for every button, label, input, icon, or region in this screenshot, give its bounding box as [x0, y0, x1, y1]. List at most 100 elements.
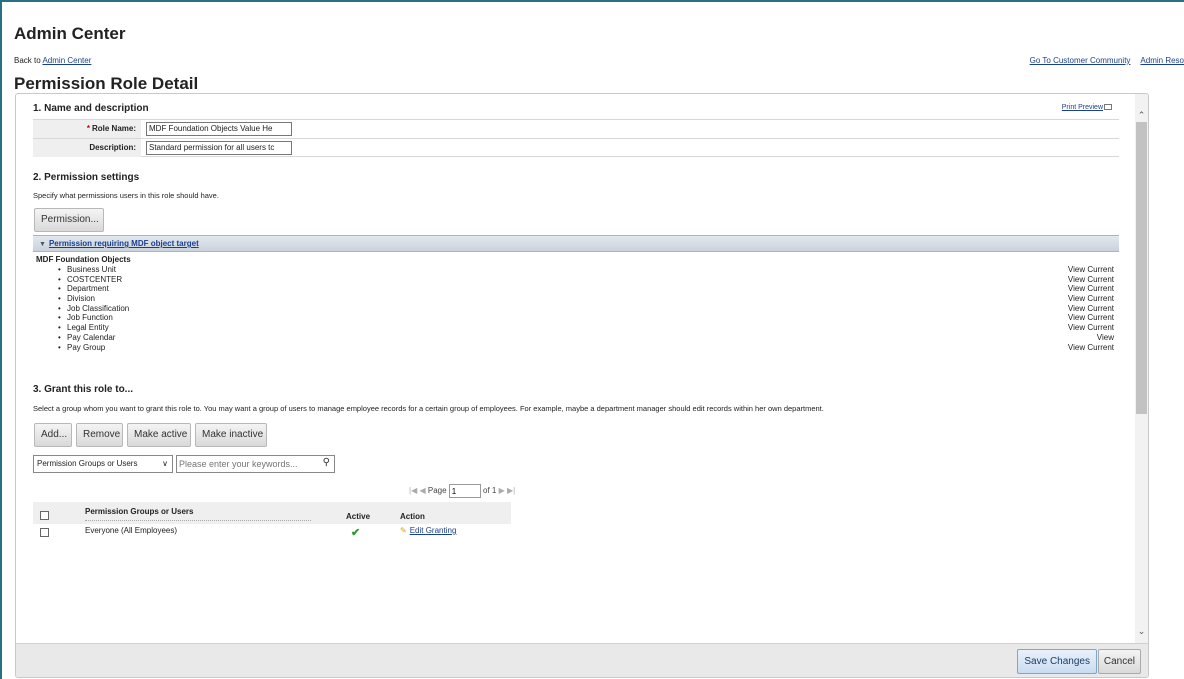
make-active-button[interactable]: Make active [127, 423, 191, 447]
bullet-icon: • [58, 313, 61, 323]
permission-row: • Job Classification View Current [58, 304, 1114, 314]
section3-help: Select a group whom you want to grant th… [33, 404, 824, 413]
permission-access: View Current [1067, 265, 1114, 274]
cancel-button[interactable]: Cancel [1097, 649, 1141, 674]
edit-pencil-icon: ✎ [400, 526, 407, 535]
bullet-icon: • [58, 274, 61, 284]
chevron-down-icon: ∨ [162, 459, 168, 468]
permission-collapse-bar[interactable]: ▼ Permission requiring MDF object target [33, 235, 1119, 252]
footer-bar: Save Changes Cancel [16, 643, 1148, 677]
vertical-scrollbar[interactable]: ⌃ ⌄ [1135, 94, 1148, 644]
section2-help: Specify what permissions users in this r… [33, 191, 219, 200]
header-divider [85, 520, 311, 521]
mdf-group-heading: MDF Foundation Objects [36, 255, 131, 264]
row-action: ✎ Edit Granting [400, 526, 456, 535]
permission-row: • Job Function View Current [58, 313, 1114, 323]
table-header: Permission Groups or Users Active Action [33, 502, 511, 524]
permission-access: View Current [1067, 323, 1114, 333]
row-checkbox[interactable] [40, 528, 49, 537]
bullet-icon: • [58, 323, 61, 333]
filter-select[interactable]: Permission Groups or Users ∨ [33, 455, 173, 473]
edit-granting-link[interactable]: Edit Granting [410, 526, 457, 535]
search-box: ⚲ [176, 455, 335, 473]
print-preview-label: Print Preview [1061, 104, 1103, 111]
page-label: Page [427, 486, 447, 496]
page-number-input[interactable] [448, 484, 481, 498]
filter-select-value: Permission Groups or Users [37, 459, 138, 468]
description-input[interactable]: Standard permission for all users tc [146, 141, 292, 155]
role-name-label: * Role Name: [33, 120, 141, 138]
permission-name: Job Classification [67, 303, 130, 313]
remove-button[interactable]: Remove [76, 423, 123, 447]
bullet-icon: • [58, 284, 61, 294]
permission-name: Pay Group [67, 342, 106, 352]
customer-community-link[interactable]: Go To Customer Community [1030, 56, 1131, 65]
permission-access: View Current [1067, 313, 1114, 323]
section2-heading: 2. Permission settings [33, 172, 140, 183]
top-links: Go To Customer Community Admin Reso [1020, 56, 1184, 65]
permission-access: View Current [1067, 284, 1114, 294]
bullet-icon: • [58, 303, 61, 313]
window-frame-top [0, 0, 1184, 2]
grant-table: Permission Groups or Users Active Action… [33, 502, 511, 540]
permission-list: • Business Unit View Current • COSTCENTER Vi… [58, 265, 1114, 352]
permission-name: Business Unit [67, 265, 116, 274]
save-changes-button[interactable]: Save Changes [1017, 649, 1097, 674]
make-inactive-button[interactable]: Make inactive [195, 423, 267, 447]
admin-resources-link[interactable]: Admin Reso [1140, 56, 1184, 65]
search-icon[interactable]: ⚲ [323, 457, 330, 468]
bullet-icon: • [58, 265, 61, 274]
permission-name: Pay Calendar [67, 332, 116, 342]
last-page-icon[interactable]: ▶| [507, 486, 515, 495]
permission-name: COSTCENTER [67, 274, 123, 284]
permission-access: View Current [1067, 303, 1114, 313]
bullet-icon: • [58, 342, 61, 352]
permission-access: View Current [1067, 342, 1114, 352]
permission-access: View Current [1067, 294, 1114, 304]
permission-row: • Department View Current [58, 284, 1114, 294]
window-frame-left [0, 0, 2, 679]
scroll-thumb[interactable] [1136, 122, 1147, 414]
role-name-label-text: Role Name: [91, 124, 136, 133]
role-name-row: * Role Name: MDF Foundation Objects Value… [33, 119, 1119, 138]
table-row: Everyone (All Employees) ✔ ✎ Edit Grantin… [33, 524, 511, 540]
app-title: Admin Center [14, 24, 126, 43]
back-to-admin-center-link[interactable]: Admin Center [42, 56, 91, 65]
header-name: Permission Groups or Users [85, 507, 194, 516]
scroll-down-icon[interactable]: ⌄ [1135, 624, 1148, 638]
select-all-checkbox[interactable] [40, 511, 49, 520]
bullet-icon: • [58, 332, 61, 342]
pager: |◀ ◀ Page of 1 ▶ ▶| [409, 484, 515, 500]
description-row: Description: Standard permission for all… [33, 138, 1119, 157]
page-count-label: of 1 [483, 486, 497, 496]
permission-name: Division [67, 294, 96, 304]
role-name-input[interactable]: MDF Foundation Objects Value He [146, 122, 292, 136]
permission-name: Department [67, 284, 109, 294]
permission-row: • Business Unit View Current [58, 265, 1114, 275]
permission-row: • Pay Group View Current [58, 343, 1114, 353]
search-input[interactable] [177, 456, 315, 472]
description-label: Description: [33, 139, 141, 157]
back-prefix: Back to [14, 56, 43, 65]
required-marker: * [86, 124, 90, 133]
first-page-icon[interactable]: |◀ [409, 486, 417, 495]
permission-target-link[interactable]: Permission requiring MDF object target [49, 239, 199, 248]
active-check-icon: ✔ [351, 527, 361, 539]
header-action: Action [400, 512, 425, 521]
permission-access: View [1096, 332, 1114, 342]
scroll-up-icon[interactable]: ⌃ [1135, 108, 1148, 122]
detail-panel: 1. Name and description Print Preview * R… [15, 93, 1149, 678]
collapse-arrow-icon: ▼ [39, 241, 46, 248]
header-active: Active [346, 512, 371, 521]
section1-heading: 1. Name and description [33, 103, 149, 114]
section3-heading: 3. Grant this role to... [33, 384, 134, 395]
row-name: Everyone (All Employees) [85, 526, 178, 535]
print-preview-link[interactable]: Print Preview [1062, 104, 1112, 111]
printer-icon [1104, 104, 1112, 111]
permission-row: • Division View Current [58, 294, 1114, 304]
prev-page-icon[interactable]: ◀ [419, 486, 425, 495]
page-title: Permission Role Detail [14, 74, 199, 93]
add-button[interactable]: Add... [34, 423, 72, 447]
next-page-icon[interactable]: ▶ [499, 486, 505, 495]
permission-button[interactable]: Permission... [34, 208, 104, 232]
